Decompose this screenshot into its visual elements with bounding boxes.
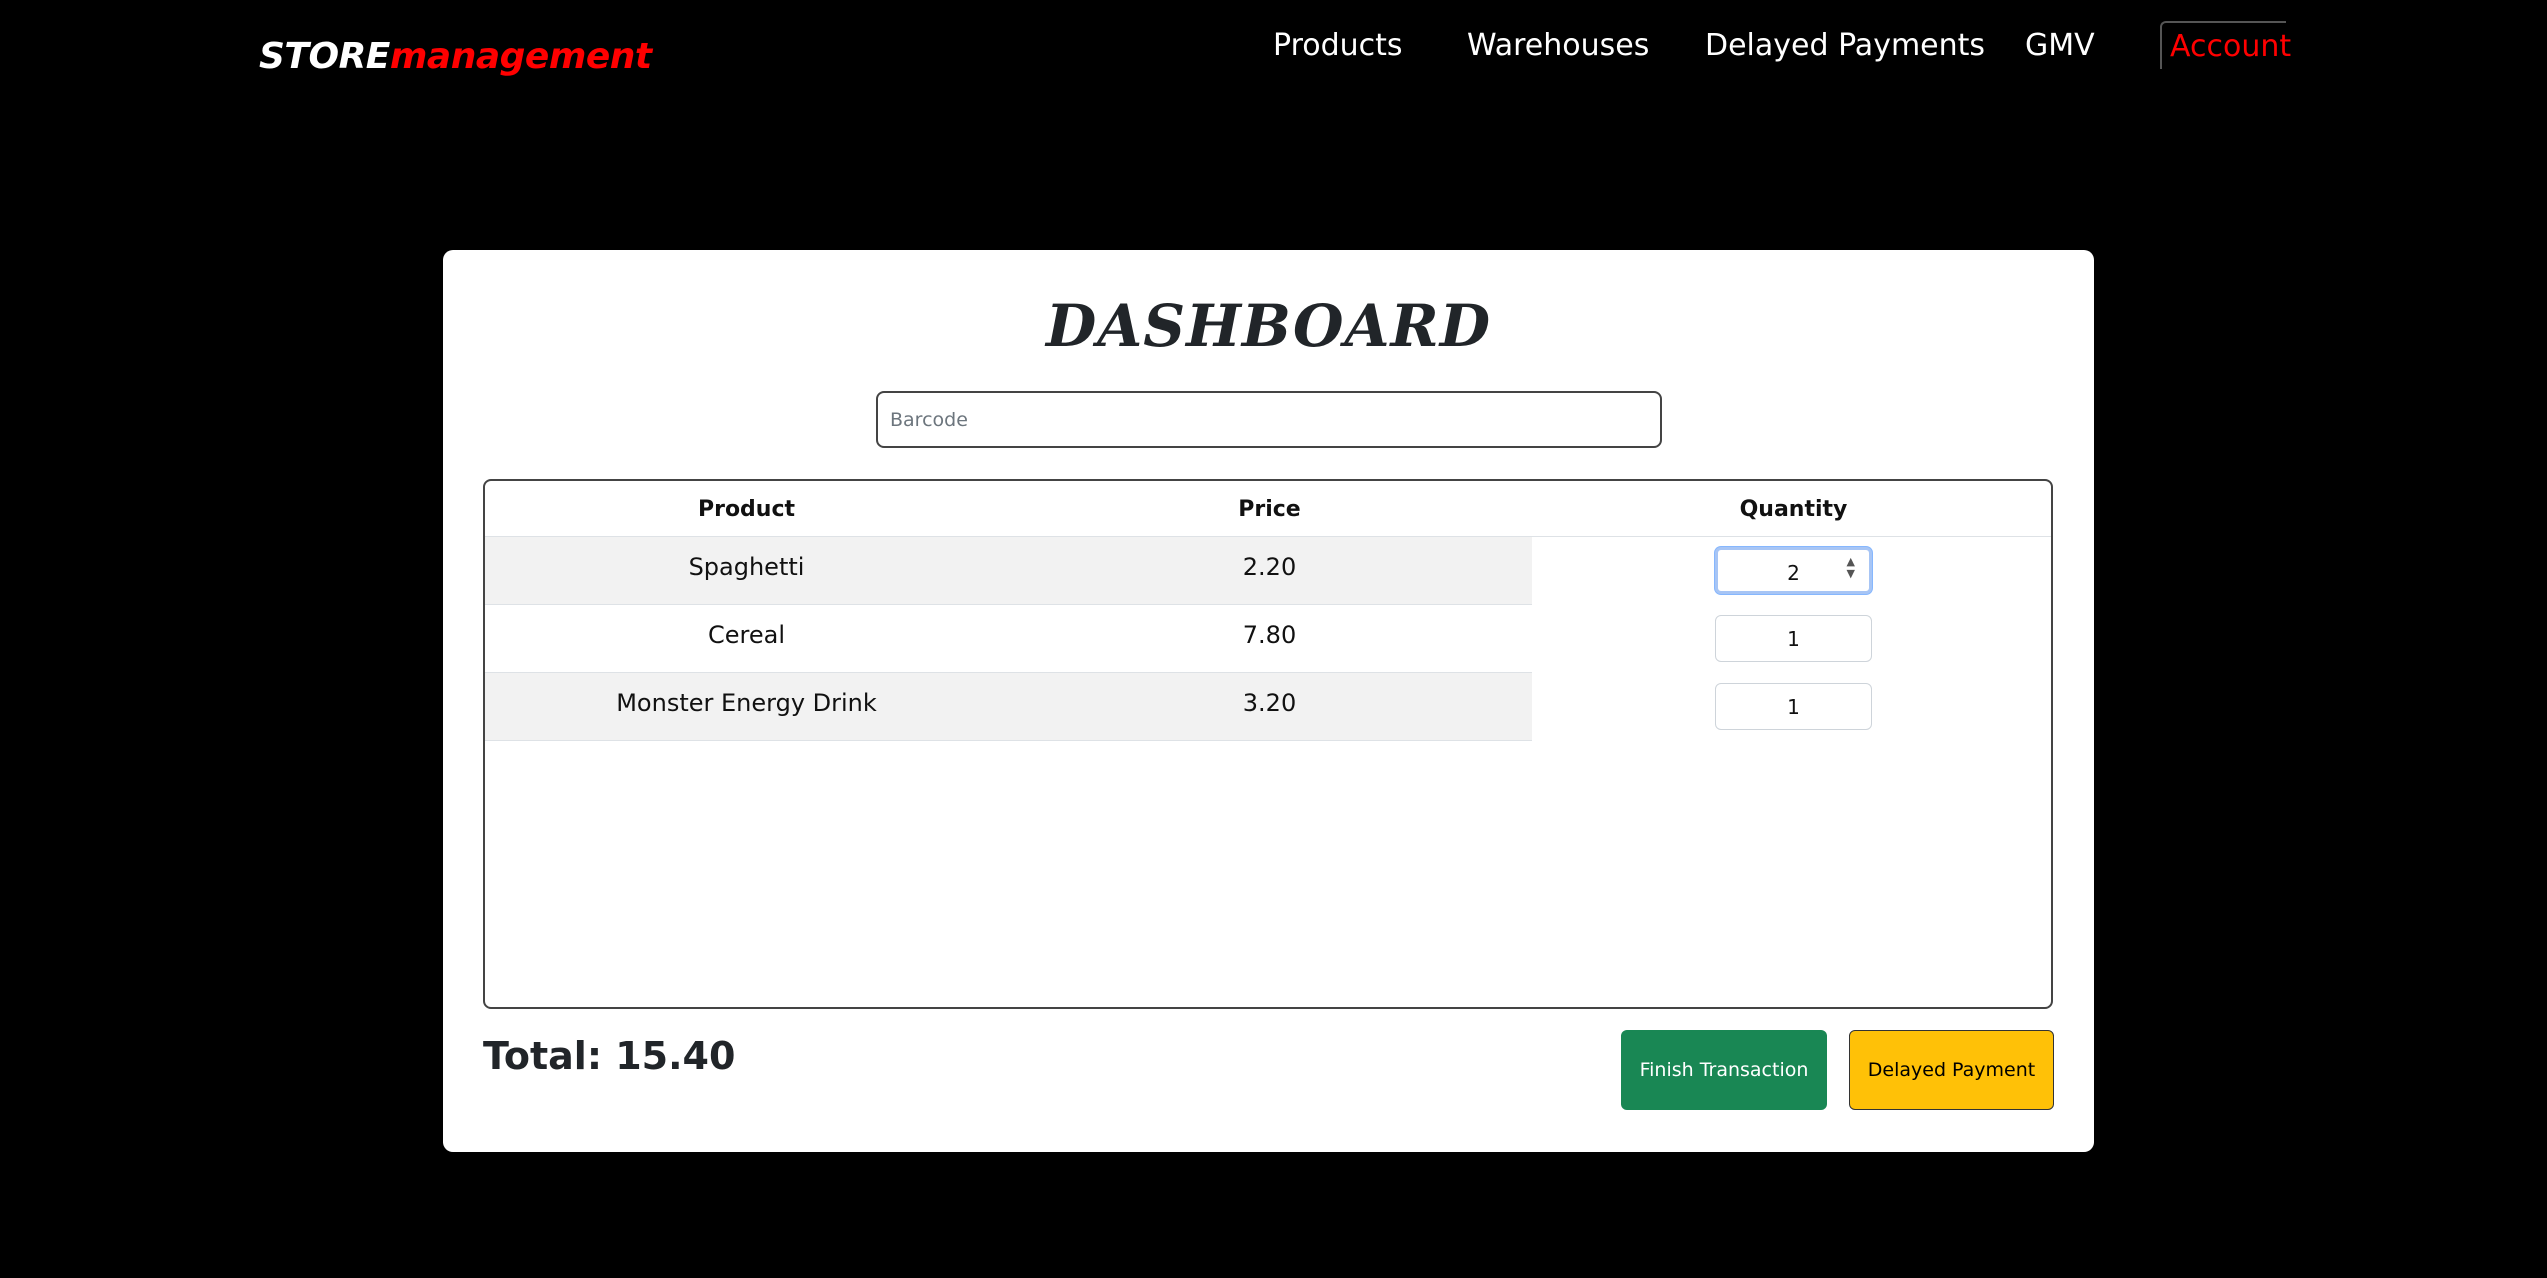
table-header: Product Price Quantity	[485, 481, 2051, 537]
nav-account[interactable]: Account	[2160, 21, 2291, 69]
brand-logo[interactable]: STOREmanagement	[259, 36, 652, 77]
quantity-stepper[interactable]: 1	[1715, 683, 1872, 730]
brand-store: STORE	[259, 36, 390, 77]
product-price: 7.80	[1242, 621, 1297, 649]
product-name: Cereal	[707, 621, 785, 649]
spinner-arrows-icon[interactable]: ▲ ▼	[1847, 556, 1855, 580]
nav-delayed-payments[interactable]: Delayed Payments	[1705, 28, 1985, 63]
quantity-value: 2	[1787, 561, 1800, 585]
page-title: DASHBOARD	[1045, 292, 1492, 360]
quantity-stepper[interactable]: 2 ▲ ▼	[1715, 547, 1872, 594]
product-price: 2.20	[1242, 553, 1297, 581]
table-row: Spaghetti 2.20 2 ▲ ▼	[485, 537, 2051, 605]
product-name: Monster Energy Drink	[616, 689, 877, 717]
delayed-payment-button[interactable]: Delayed Payment	[1849, 1030, 2054, 1110]
total-amount: Total: 15.40	[483, 1034, 736, 1078]
product-price: 3.20	[1242, 689, 1297, 717]
quantity-value: 1	[1787, 627, 1800, 651]
header-quantity: Quantity	[1739, 497, 1848, 522]
quantity-value: 1	[1787, 695, 1800, 719]
table-row: Cereal 7.80 1	[485, 605, 2051, 673]
header-price: Price	[1238, 497, 1301, 522]
quantity-cell: 1	[1532, 605, 2051, 673]
brand-management: management	[389, 36, 652, 77]
quantity-cell: 2 ▲ ▼	[1532, 537, 2051, 605]
dashboard-card: DASHBOARD Product Price Quantity Spaghet…	[443, 250, 2094, 1152]
nav-gmv[interactable]: GMV	[2025, 28, 2095, 63]
quantity-cell: 1	[1532, 673, 2051, 741]
nav-warehouses[interactable]: Warehouses	[1467, 28, 1649, 63]
table-row: Monster Energy Drink 3.20 1	[485, 673, 2051, 741]
barcode-input[interactable]	[876, 391, 1662, 448]
product-name: Spaghetti	[688, 553, 805, 581]
quantity-stepper[interactable]: 1	[1715, 615, 1872, 662]
navbar: STOREmanagement Products Warehouses Dela…	[0, 0, 2547, 110]
finish-transaction-button[interactable]: Finish Transaction	[1621, 1030, 1827, 1110]
cart-table: Product Price Quantity Spaghetti 2.20 2 …	[483, 479, 2053, 1009]
nav-products[interactable]: Products	[1273, 28, 1403, 63]
header-product: Product	[697, 497, 796, 522]
